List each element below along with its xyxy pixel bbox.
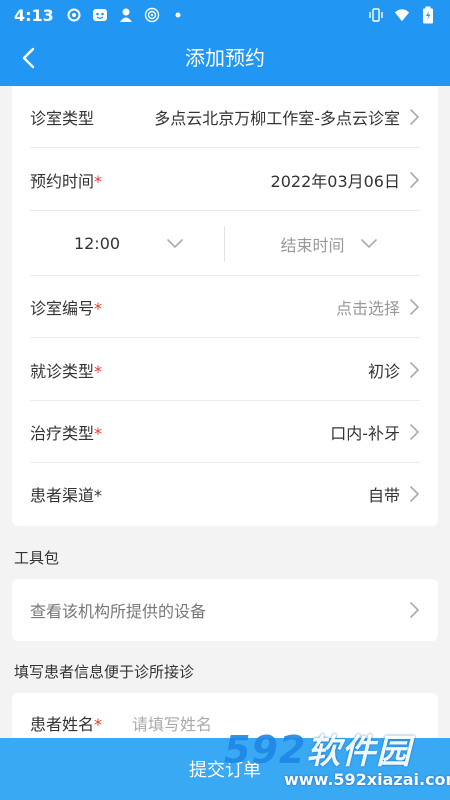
room-number-row[interactable]: 诊室编号* 点击选择 (30, 276, 420, 338)
status-right-icons (368, 6, 436, 24)
status-time: 4:13 (14, 5, 54, 25)
chevron-right-icon (410, 424, 420, 440)
end-time-picker[interactable]: 结束时间 (225, 212, 420, 275)
treatment-type-value: 口内-补牙 (330, 423, 400, 443)
chevron-down-icon (167, 239, 183, 249)
chevron-right-icon (410, 299, 420, 315)
start-time-picker[interactable]: 12:00 (30, 212, 224, 275)
record-icon (66, 7, 82, 23)
room-number-label: 诊室编号* (30, 298, 103, 318)
appointment-date-value: 2022年03月06日 (270, 171, 400, 191)
chevron-right-icon (410, 602, 420, 618)
page-title: 添加预约 (185, 46, 265, 70)
appointment-form-card: 诊室类型 多点云北京万柳工作室-多点云诊室 预约时间* 2022年03月06日 … (12, 86, 438, 526)
start-time-value: 12:00 (73, 234, 121, 253)
broadcast-icon (144, 7, 160, 23)
chevron-right-icon (410, 362, 420, 378)
chevron-right-icon (410, 109, 420, 125)
patient-channel-row[interactable]: 患者渠道* 自带 (30, 463, 420, 525)
status-bar: 4:13 (0, 0, 450, 30)
submit-order-button[interactable]: 提交订单 (0, 738, 450, 800)
battery-icon (420, 6, 436, 24)
toolkit-item-label: 查看该机构所提供的设备 (30, 602, 207, 621)
treatment-type-label: 治疗类型* (30, 423, 103, 443)
treatment-type-row[interactable]: 治疗类型* 口内-补牙 (30, 401, 420, 463)
clinic-type-row[interactable]: 诊室类型 多点云北京万柳工作室-多点云诊室 (30, 86, 420, 148)
end-time-placeholder: 结束时间 (280, 235, 345, 255)
patient-channel-label: 患者渠道* (30, 486, 103, 505)
clinic-type-value: 多点云北京万柳工作室-多点云诊室 (154, 108, 400, 128)
visit-type-value: 初诊 (367, 361, 400, 381)
submit-order-label: 提交订单 (189, 760, 261, 781)
patient-info-section-title: 填写患者信息便于诊所接诊 (14, 663, 195, 681)
chevron-right-icon (410, 172, 420, 188)
app-face-icon (92, 7, 108, 23)
toolkit-equipment-row[interactable]: 查看该机构所提供的设备 (30, 579, 420, 641)
chevron-right-icon (410, 486, 420, 502)
toolkit-card: 查看该机构所提供的设备 (12, 579, 438, 641)
appointment-time-label: 预约时间* (30, 171, 103, 191)
status-left-icons (66, 7, 186, 23)
visit-type-label: 就诊类型* (30, 361, 103, 381)
vibrate-icon (368, 7, 384, 23)
appointment-time-row[interactable]: 预约时间* 2022年03月06日 (30, 149, 420, 211)
visit-type-row[interactable]: 就诊类型* 初诊 (30, 339, 420, 401)
chevron-down-icon (361, 239, 377, 249)
clinic-type-label: 诊室类型 (30, 108, 95, 128)
room-number-value: 点击选择 (335, 298, 400, 318)
patient-name-input[interactable]: 请填写姓名 (132, 711, 212, 735)
wifi-icon (394, 7, 410, 23)
time-range-row: 12:00 结束时间 (30, 212, 420, 276)
patient-name-label: 患者姓名* (30, 715, 103, 734)
person-icon (118, 7, 134, 23)
dot-icon (170, 7, 186, 23)
app-header: 添加预约 (0, 30, 450, 86)
patient-channel-value: 自带 (367, 486, 400, 505)
toolkit-section-title: 工具包 (14, 549, 60, 567)
